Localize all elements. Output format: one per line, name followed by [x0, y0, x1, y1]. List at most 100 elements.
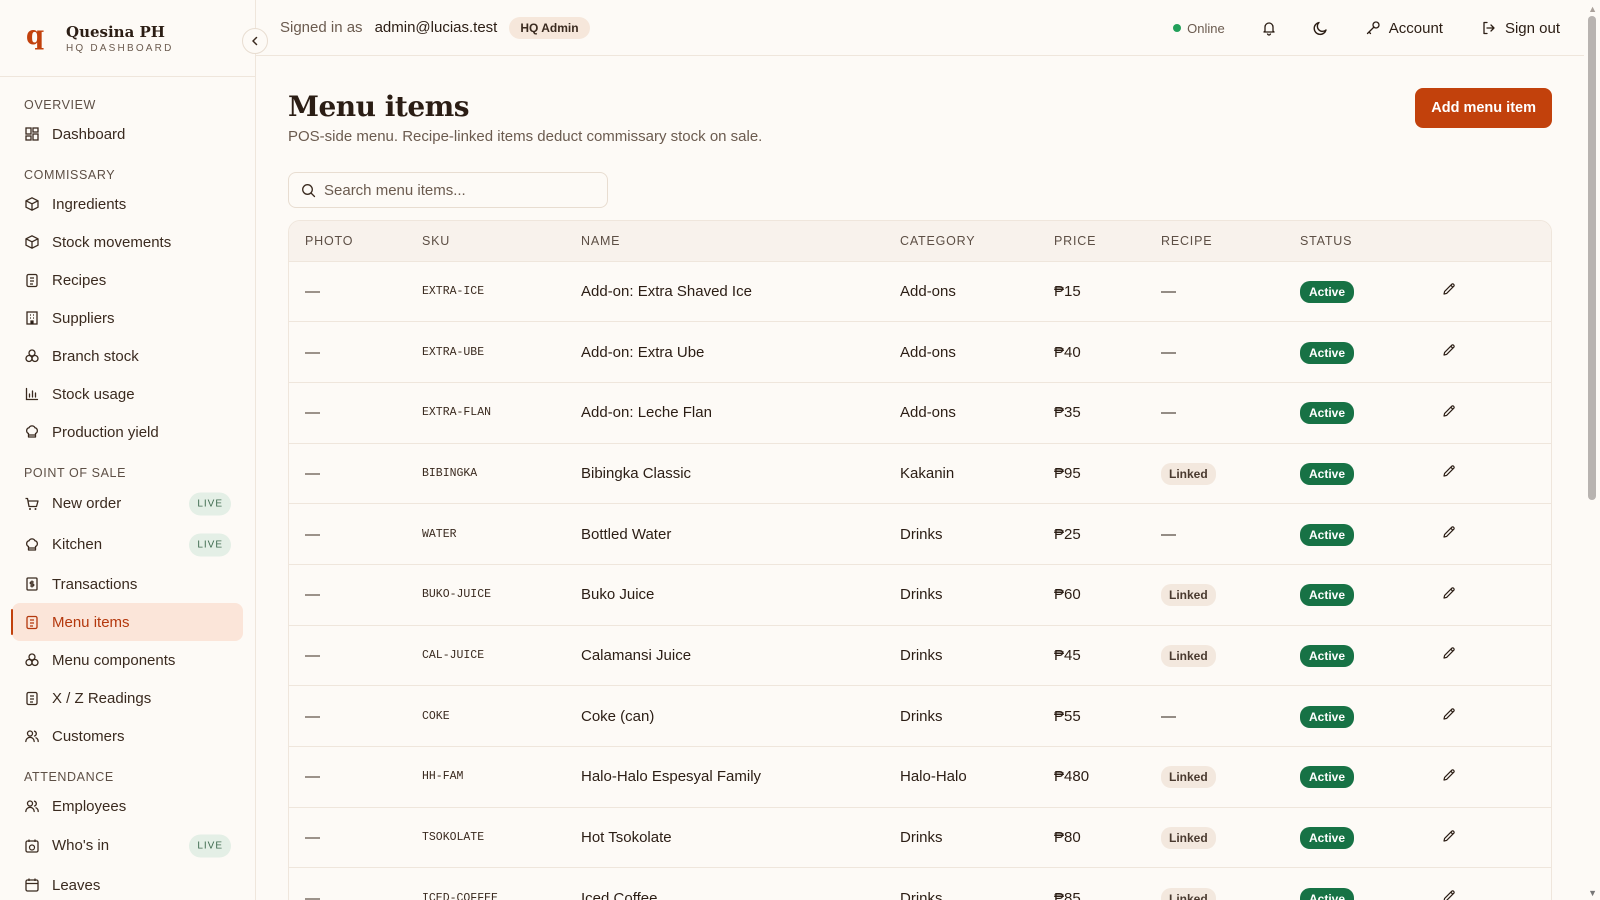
name-cell: Hot Tsokolate — [581, 829, 672, 847]
edit-button[interactable] — [1442, 646, 1456, 660]
edit-button[interactable] — [1442, 768, 1456, 782]
edit-button[interactable] — [1442, 282, 1456, 296]
sidebar-item-branch-stock[interactable]: Branch stock — [12, 337, 243, 375]
edit-button[interactable] — [1442, 829, 1456, 843]
collapse-sidebar-button[interactable] — [242, 28, 268, 54]
table-row[interactable]: — BIBINGKA Bibingka Classic Kakanin ₱95 Linke… — [289, 443, 1551, 504]
status-badge: Active — [1300, 584, 1355, 607]
actions-cell — [1426, 443, 1551, 504]
table-row[interactable]: — BUKO-JUICE Buko Juice Drinks ₱60 Linked Acti… — [289, 564, 1551, 625]
sign-out-label: Sign out — [1504, 19, 1560, 37]
scroll-up-icon[interactable]: ▲ — [1588, 4, 1597, 14]
menu-items-table: PHOTO SKU NAME CATEGORY PRICE RECIPE STA… — [288, 220, 1552, 900]
column-header-sku[interactable]: SKU — [406, 221, 565, 261]
table-row[interactable]: — CAL-JUICE Calamansi Juice Drinks ₱45 Linked… — [289, 625, 1551, 686]
status-cell: Active — [1284, 322, 1426, 383]
sidebar-item-stock-usage[interactable]: Stock usage — [12, 375, 243, 413]
scroll-down-icon[interactable]: ▼ — [1588, 888, 1597, 898]
sidebar-item-new-order[interactable]: New order LIVE — [12, 483, 243, 524]
page-scrollbar[interactable]: ▲ ▼ — [1584, 0, 1600, 900]
edit-button[interactable] — [1442, 404, 1456, 418]
sidebar-item-menu-components[interactable]: Menu components — [12, 641, 243, 679]
sidebar-item-transactions[interactable]: Transactions — [12, 565, 243, 603]
edit-button[interactable] — [1442, 586, 1456, 600]
recipe-cell: Linked — [1145, 747, 1284, 808]
recipe-cell: — — [1161, 343, 1176, 361]
brand-logo: q — [26, 21, 45, 51]
online-label: Online — [1187, 20, 1225, 36]
photo-cell: — — [305, 707, 320, 725]
clipboard-icon — [24, 614, 40, 630]
sidebar-item-production-yield[interactable]: Production yield — [12, 413, 243, 451]
add-menu-item-button[interactable]: Add menu item — [1415, 88, 1552, 128]
sku-cell: EXTRA-UBE — [422, 345, 485, 359]
table-row[interactable]: — WATER Bottled Water Drinks ₱25 — Active — [289, 503, 1551, 565]
account-label: Account — [1388, 19, 1443, 37]
search-input[interactable] — [324, 181, 594, 199]
sku-cell: CAL-JUICE — [422, 648, 485, 662]
actions-cell — [1426, 625, 1551, 686]
scrollbar-thumb[interactable] — [1588, 16, 1596, 500]
table-row[interactable]: — EXTRA-FLAN Add-on: Leche Flan Add-ons ₱35 —… — [289, 382, 1551, 443]
table-row[interactable]: — COKE Coke (can) Drinks ₱55 — Active — [289, 685, 1551, 747]
account-link[interactable]: Account — [1365, 20, 1443, 37]
linked-badge: Linked — [1161, 766, 1216, 789]
sidebar-item-kitchen[interactable]: Kitchen LIVE — [12, 524, 243, 565]
sidebar-item-suppliers[interactable]: Suppliers — [12, 299, 243, 337]
table-row[interactable]: — TSOKOLATE Hot Tsokolate Drinks ₱80 Linked Ac… — [289, 807, 1551, 868]
pencil-icon — [1443, 526, 1455, 538]
actions-cell — [1426, 686, 1551, 747]
column-header-name[interactable]: NAME — [565, 221, 884, 261]
edit-button[interactable] — [1442, 343, 1456, 357]
recipe-cell: Linked — [1145, 564, 1284, 625]
price-cell: ₱95 — [1054, 464, 1081, 482]
status-cell: Active — [1284, 382, 1426, 443]
sidebar-item-recipes[interactable]: Recipes — [12, 261, 243, 299]
sidebar-item-ingredients[interactable]: Ingredients — [12, 185, 243, 223]
sidebar-item-stock-movements[interactable]: Stock movements — [12, 223, 243, 261]
sidebar-item-employees[interactable]: Employees — [12, 787, 243, 825]
linked-badge: Linked — [1161, 584, 1216, 607]
sidebar-item-customers[interactable]: Customers — [12, 717, 243, 755]
table-row[interactable]: — EXTRA-ICE Add-on: Extra Shaved Ice Add-on… — [289, 261, 1551, 322]
sidebar-item-x-z-readings[interactable]: X / Z Readings — [12, 679, 243, 717]
notifications-button[interactable] — [1259, 18, 1279, 38]
nav-section-overview: OVERVIEW — [24, 98, 96, 112]
photo-cell: — — [305, 282, 320, 300]
edit-button[interactable] — [1442, 889, 1456, 900]
photo-cell: — — [305, 404, 320, 422]
column-header-photo[interactable]: PHOTO — [289, 221, 406, 261]
online-dot — [1173, 24, 1182, 32]
sidebar-item-label: Employees — [52, 797, 127, 815]
photo-cell: — — [305, 646, 320, 664]
linked-badge: Linked — [1161, 644, 1216, 667]
table-row[interactable]: — EXTRA-UBE Add-on: Extra Ube Add-ons ₱40 — Ac… — [289, 321, 1551, 383]
price-cell: ₱60 — [1054, 586, 1081, 604]
status-cell: Active — [1284, 747, 1426, 808]
sidebar-item-label: Stock movements — [52, 233, 172, 251]
sidebar-item-who-s-in[interactable]: Who's in LIVE — [12, 825, 243, 866]
column-header-status[interactable]: STATUS — [1284, 221, 1426, 261]
column-header-recipe[interactable]: RECIPE — [1145, 221, 1284, 261]
sidebar-item-leaves[interactable]: Leaves — [12, 866, 243, 900]
pencil-icon — [1443, 404, 1455, 417]
column-header-category[interactable]: CATEGORY — [884, 221, 1038, 261]
edit-button[interactable] — [1442, 525, 1456, 539]
theme-toggle-button[interactable] — [1311, 18, 1331, 38]
photo-cell: — — [305, 889, 320, 900]
sidebar-item-dashboard[interactable]: Dashboard — [12, 115, 243, 153]
status-cell: Active — [1284, 564, 1426, 625]
category-cell: Add-ons — [900, 404, 956, 422]
recipe-cell: — — [1161, 707, 1176, 725]
column-header-price[interactable]: PRICE — [1038, 221, 1145, 261]
package-icon — [24, 196, 40, 212]
cart-icon — [24, 496, 40, 512]
edit-button[interactable] — [1442, 464, 1456, 478]
recipe-cell: — — [1161, 525, 1176, 543]
table-row[interactable]: — HH-FAM Halo-Halo Espesyal Family Halo-Hal… — [289, 746, 1551, 808]
edit-button[interactable] — [1442, 707, 1456, 721]
table-row[interactable]: — ICED-COFFEE Iced Coffee Drinks ₱85 Linked Ac… — [289, 867, 1551, 900]
sidebar-item-label: Dashboard — [52, 125, 126, 143]
sidebar-item-menu-items[interactable]: Menu items — [11, 603, 243, 641]
sign-out-link[interactable]: Sign out — [1481, 20, 1560, 37]
